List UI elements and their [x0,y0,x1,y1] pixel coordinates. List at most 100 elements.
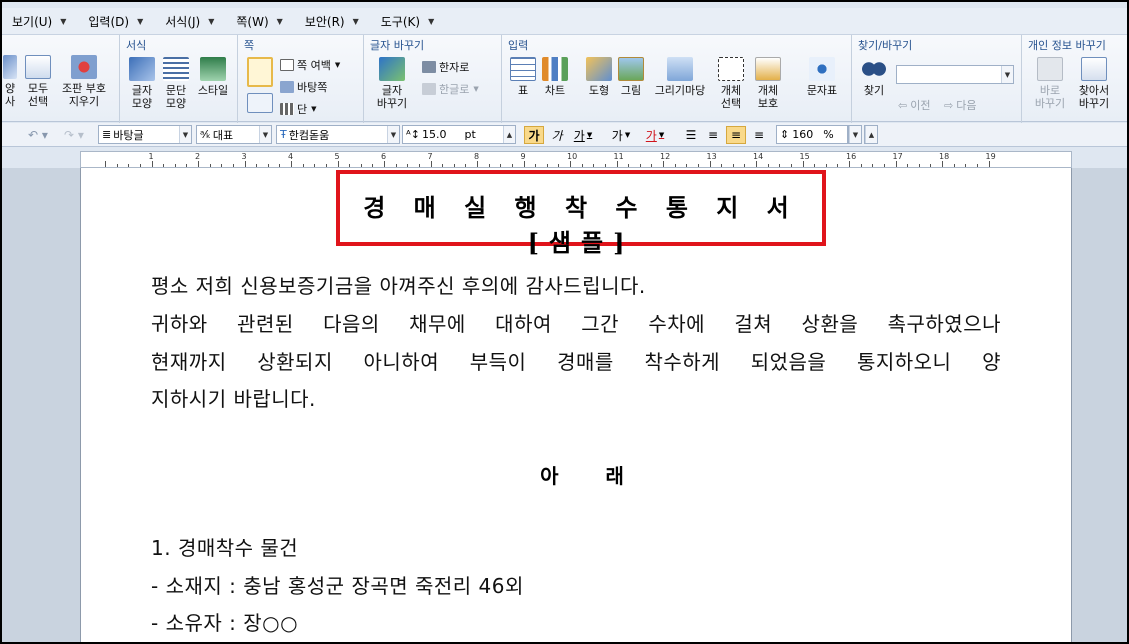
language-select[interactable]: ᵃ⁄ₖ 대표 ▼ [196,125,272,144]
line-spacing-spinner[interactable]: ▲ [864,125,878,144]
ruler-tick [314,164,316,167]
ruler-tick [860,164,862,167]
paragraph-line[interactable]: 평소 저희 신용보증기금을 아껴주신 후의에 감사드립니다. [151,270,1001,299]
symbol-button[interactable]: 문자표 [800,57,844,97]
find-next-button[interactable]: ⇨ 다음 [944,97,976,113]
gallery-button[interactable]: 그리기마당 [648,57,712,97]
line-spacing-input[interactable]: ⇕ 160% [776,125,848,144]
ruler-tick [895,161,897,167]
paragraph-line[interactable]: 현재까지 상환되지 아니하여 부득이 경매를 착수하게 되었음을 통지하오니 양 [151,346,1001,375]
table-icon [510,57,536,81]
privacy-direct-button[interactable]: 바로 바꾸기 [1030,57,1070,110]
chart-icon [542,57,568,81]
page-layout-icon [247,93,273,113]
ruler-tick [186,164,188,167]
shape-button[interactable]: 도형 [584,57,614,97]
strike-button[interactable]: 가 ▼ [606,126,636,144]
font-color-button[interactable]: 가 ▼ [640,126,670,144]
menu-format[interactable]: 서식(J) ▼ [163,10,216,32]
redo-button[interactable]: ↷ ▾ [56,126,92,144]
shape-copy-button[interactable]: 양사 [2,55,18,108]
ruler-tick [256,164,258,167]
italic-button[interactable]: 가 [548,126,566,144]
list-item[interactable]: - 소재지 : 충남 홍성군 장곡면 죽전리 46외 [151,570,1001,599]
object-protect-button[interactable]: 개체 보호 [748,57,788,110]
chevron-down-icon[interactable]: ▼ [179,126,191,143]
ruler-number: 18 [939,152,950,161]
picture-icon [618,57,644,81]
para-shape-button[interactable]: 문단 모양 [160,57,192,110]
ruler-tick [616,161,618,167]
align-center-button[interactable]: ≡ [726,126,746,144]
master-page-button[interactable]: 바탕쪽 [280,79,327,95]
to-hanja-button[interactable]: 한자로 [422,59,469,75]
table-button[interactable]: 표 [508,57,538,97]
menu-security[interactable]: 보안(R) ▼ [303,10,361,32]
menu-insert[interactable]: 입력(D) ▼ [86,10,145,32]
picture-button[interactable]: 그림 [616,57,646,97]
chevron-down-icon[interactable]: ▼ [1001,66,1013,83]
spinner-icon[interactable]: ▲ [865,126,877,143]
ruler-tick [628,164,630,167]
paragraph-line[interactable]: 지하시기 바랍니다. [151,383,1001,412]
ruler-number: 14 [753,152,764,161]
document-title[interactable]: 경 매 실 행 착 수 통 지 서[샘플] [340,188,822,258]
object-select-button[interactable]: 개체 선택 [714,57,748,110]
line-spacing-dropdown[interactable]: ▼ [848,125,862,144]
find-button[interactable]: 찾기 [858,57,890,97]
ruler-tick [872,164,874,167]
char-shape-button[interactable]: 글자 모양 [126,57,158,110]
ruler-number: 19 [985,152,996,161]
align-right-button[interactable]: ≡ [750,126,768,144]
ruler-number: 8 [474,152,480,161]
horizontal-ruler[interactable]: 1 2 3 4 5 6 7 8 9 10 11 12 13 14 15 16 17 18 19 [80,151,1072,168]
to-hangul-button[interactable]: 한글로 ▼ [422,81,479,97]
ruler-tick [546,164,548,167]
master-page-icon [280,81,294,93]
select-all-button[interactable]: 모두 선택 [22,55,54,108]
ruler-tick [790,164,792,167]
menu-page[interactable]: 쪽(W) ▼ [234,10,284,32]
char-replace-button[interactable]: 글자 바꾸기 [370,57,414,110]
chevron-down-icon[interactable]: ▼ [259,126,271,143]
style-select[interactable]: ≣ 바탕글 ▼ [98,125,192,144]
align-right-icon: ≡ [753,128,765,142]
section-heading[interactable]: 아 래 [502,460,662,489]
font-select[interactable]: Ŧ 한컴돋움 ▼ [276,125,400,144]
ruler-tick [511,164,513,167]
ruler-tick [325,164,327,167]
privacy-find-button[interactable]: 찾아서 바꾸기 [1072,57,1116,110]
find-input[interactable]: ▼ [896,65,1014,84]
chevron-down-icon[interactable]: ▼ [387,126,399,143]
menu-tools[interactable]: 도구(K) ▼ [379,10,436,32]
ruler-tick [384,161,385,167]
folder-icon [667,57,693,81]
ruler-tick [349,164,351,167]
ruler-tick [953,164,955,167]
page-settings-button[interactable] [246,57,274,90]
style-button[interactable]: 스타일 [194,57,232,97]
spinner-icon[interactable]: ▲ [503,126,515,143]
align-justify-button[interactable]: ☰ [682,126,700,144]
list-item[interactable]: - 소유자 : 장○○ [151,607,1001,636]
remove-codes-button[interactable]: 조판 부호 지우기 [56,55,112,108]
chevron-down-icon[interactable]: ▼ [849,126,861,143]
align-left-button[interactable]: ≡ [704,126,722,144]
chart-button[interactable]: 차트 [540,57,570,97]
ruler-tick [663,161,664,167]
underline-button[interactable]: 가 ▼ [568,126,598,144]
line-spacing-icon: ⇕ [780,128,790,141]
list-item[interactable]: 1. 경매착수 물건 [151,532,1001,561]
find-prev-button[interactable]: ⇦ 이전 [898,97,930,113]
page-margin-button[interactable]: 쪽 여백 ▼ [280,57,340,73]
columns-button[interactable]: 단 ▼ [280,101,317,117]
bold-button[interactable]: 가 [524,126,544,144]
page-layout-button[interactable] [246,93,274,116]
menu-view[interactable]: 보기(U) ▼ [10,10,68,32]
undo-button[interactable]: ↶ ▾ [18,126,58,144]
paragraph-line[interactable]: 귀하와 관련된 다음의 채무에 대하여 그간 수차에 걸쳐 상환을 촉구하였으나 [151,308,1001,337]
font-size-input[interactable]: ᴬ↕ 15.0 pt ▲ [402,125,516,144]
ribbon-group-page: 쪽 쪽 여백 ▼ 바탕쪽 단 ▼ [238,35,364,123]
ruler-tick [209,164,211,167]
ribbon: 양사 모두 선택 조판 부호 지우기 서식 글자 모양 문단 모양 스타일 쪽 … [2,34,1127,123]
